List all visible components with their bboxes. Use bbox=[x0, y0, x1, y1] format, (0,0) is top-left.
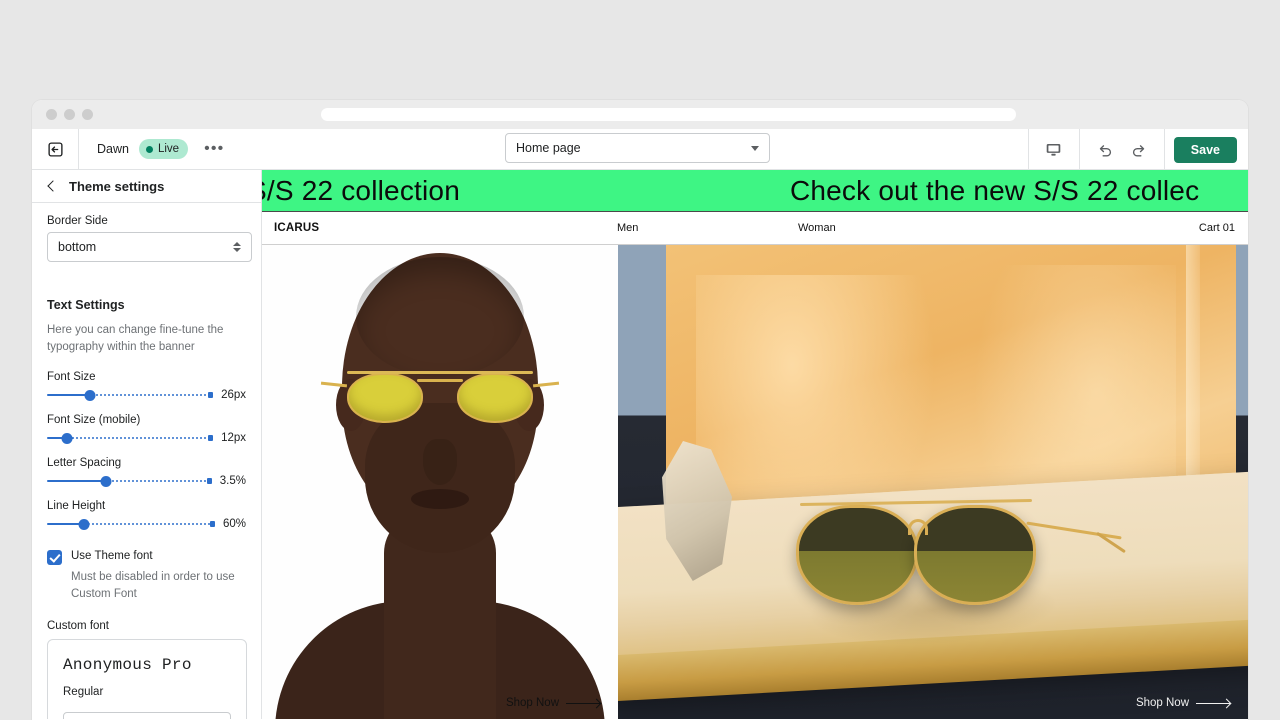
slider-track[interactable] bbox=[47, 431, 214, 445]
slider-thumb[interactable] bbox=[61, 433, 73, 445]
custom-font-weight: Regular bbox=[63, 685, 104, 698]
maximize-window-icon[interactable] bbox=[82, 109, 93, 120]
save-group: Save bbox=[1163, 129, 1248, 170]
browser-chrome bbox=[32, 100, 1248, 129]
history-group bbox=[1078, 129, 1164, 170]
slider-value: 3.5% bbox=[219, 475, 246, 488]
custom-font-family: Anonymous Pro bbox=[63, 655, 192, 674]
text-settings-description: Here you can change fine-tune the typogr… bbox=[47, 324, 224, 353]
editor-body: Theme settings Border Side bottom Text S… bbox=[32, 170, 1248, 719]
status-badge: Live bbox=[138, 138, 189, 160]
custom-font-label: Custom font bbox=[47, 619, 109, 632]
slider-label: Line Height bbox=[47, 500, 106, 513]
slider-value: 26px bbox=[221, 389, 246, 402]
slider-line-height: Line Height 60% bbox=[47, 500, 246, 531]
slider-value: 60% bbox=[222, 518, 246, 531]
slider-letter-spacing: Letter Spacing 3.5% bbox=[47, 457, 246, 488]
live-dot-icon bbox=[145, 145, 153, 153]
hero-product-image[interactable]: Shop Now bbox=[618, 245, 1248, 719]
slider-thumb[interactable] bbox=[100, 476, 112, 488]
text-settings-title: Text Settings bbox=[47, 298, 125, 312]
announcement-marquee[interactable]: S/S 22 collection Check out the new S/S … bbox=[262, 170, 1248, 212]
sidebar-title: Theme settings bbox=[69, 178, 165, 194]
sidebar-header: Theme settings bbox=[32, 170, 261, 203]
theme-settings-sidebar: Theme settings Border Side bottom Text S… bbox=[32, 170, 262, 719]
exit-editor-button[interactable] bbox=[32, 128, 79, 170]
slider-track[interactable] bbox=[47, 474, 212, 488]
use-theme-font-checkbox[interactable] bbox=[47, 550, 62, 566]
store-preview: S/S 22 collection Check out the new S/S … bbox=[262, 170, 1248, 719]
address-bar[interactable] bbox=[321, 108, 1016, 121]
shop-now-right-button[interactable]: Shop Now bbox=[1136, 697, 1230, 709]
close-window-icon[interactable] bbox=[46, 109, 57, 120]
nav-link-men[interactable]: Men bbox=[617, 222, 638, 234]
arrow-right-icon bbox=[1196, 702, 1230, 704]
slider-label: Font Size (mobile) bbox=[47, 414, 141, 427]
theme-name: Dawn bbox=[97, 142, 129, 156]
slider-track[interactable] bbox=[47, 517, 215, 531]
arrow-right-icon bbox=[566, 702, 600, 704]
slider-label: Letter Spacing bbox=[47, 457, 122, 470]
theme-meta: Dawn Live ••• bbox=[79, 138, 230, 160]
hero-section: Shop Now Shop Now bbox=[262, 245, 1248, 719]
chevron-left-icon[interactable] bbox=[47, 180, 59, 192]
border-side-select[interactable]: bottom bbox=[47, 232, 252, 262]
desktop-icon bbox=[1046, 143, 1061, 156]
gold-aviator-sunglasses-icon bbox=[796, 489, 1126, 609]
more-options-button[interactable]: ••• bbox=[198, 140, 230, 158]
redo-icon bbox=[1132, 144, 1144, 157]
border-side-label: Border Side bbox=[47, 215, 108, 227]
undo-icon bbox=[1099, 144, 1111, 157]
screenshot-root: Dawn Live ••• Home page Save Theme setti… bbox=[0, 0, 1280, 720]
page-selector[interactable]: Home page bbox=[505, 133, 770, 163]
browser-window: Dawn Live ••• Home page Save Theme setti… bbox=[32, 100, 1248, 720]
store-navigation: ICARUS Men Woman Cart 01 bbox=[262, 212, 1248, 245]
use-theme-font-label: Use Theme font bbox=[71, 550, 153, 563]
exit-arrow-icon bbox=[47, 141, 63, 157]
border-side-value: bottom bbox=[58, 240, 97, 254]
slider-label: Font Size bbox=[47, 371, 96, 384]
change-font-button[interactable]: Change bbox=[63, 711, 231, 719]
topbar-right-controls: Save bbox=[1027, 129, 1248, 170]
shop-now-right-label: Shop Now bbox=[1135, 697, 1189, 709]
undo-button[interactable] bbox=[1091, 137, 1119, 163]
slider-track[interactable] bbox=[47, 388, 214, 402]
nav-link-woman[interactable]: Woman bbox=[798, 222, 836, 234]
editor-topbar: Dawn Live ••• Home page Save bbox=[32, 128, 1248, 170]
redo-button[interactable] bbox=[1125, 137, 1153, 163]
sidebar-scroll-area[interactable]: Border Side bottom Text Settings Here yo… bbox=[32, 203, 261, 719]
slider-thumb[interactable] bbox=[78, 519, 90, 531]
device-preview-group bbox=[1027, 129, 1079, 170]
use-theme-font-help: Must be disabled in order to use Custom … bbox=[71, 571, 235, 601]
save-button[interactable]: Save bbox=[1173, 136, 1237, 163]
shop-now-left-button[interactable]: Shop Now bbox=[506, 697, 600, 709]
marquee-text-1: S/S 22 collection bbox=[262, 174, 460, 206]
product-photo bbox=[618, 245, 1248, 719]
custom-font-card: Anonymous Pro Regular Change bbox=[47, 638, 247, 719]
chevron-down-icon bbox=[751, 145, 759, 151]
hero-model-image[interactable]: Shop Now bbox=[262, 245, 618, 719]
nav-link-cart[interactable]: Cart 01 bbox=[1199, 222, 1235, 234]
status-badge-label: Live bbox=[157, 142, 180, 155]
shop-now-left-label: Shop Now bbox=[505, 697, 559, 709]
desktop-view-button[interactable] bbox=[1040, 137, 1068, 163]
page-selector-value: Home page bbox=[516, 141, 581, 155]
traffic-lights bbox=[46, 109, 93, 120]
use-theme-font-row: Use Theme font bbox=[47, 549, 246, 566]
slider-thumb[interactable] bbox=[84, 390, 96, 402]
marquee-text-2: Check out the new S/S 22 collec bbox=[789, 174, 1200, 206]
yellow-aviator-sunglasses-icon bbox=[320, 367, 560, 423]
slider-font-size-mobile: Font Size (mobile) 12px bbox=[47, 414, 246, 445]
slider-font-size: Font Size 26px bbox=[47, 371, 246, 402]
stepper-arrows-icon bbox=[233, 242, 241, 252]
minimize-window-icon[interactable] bbox=[64, 109, 75, 120]
store-brand-logo[interactable]: ICARUS bbox=[274, 222, 319, 234]
slider-value: 12px bbox=[221, 432, 246, 445]
model-photo bbox=[262, 245, 618, 719]
